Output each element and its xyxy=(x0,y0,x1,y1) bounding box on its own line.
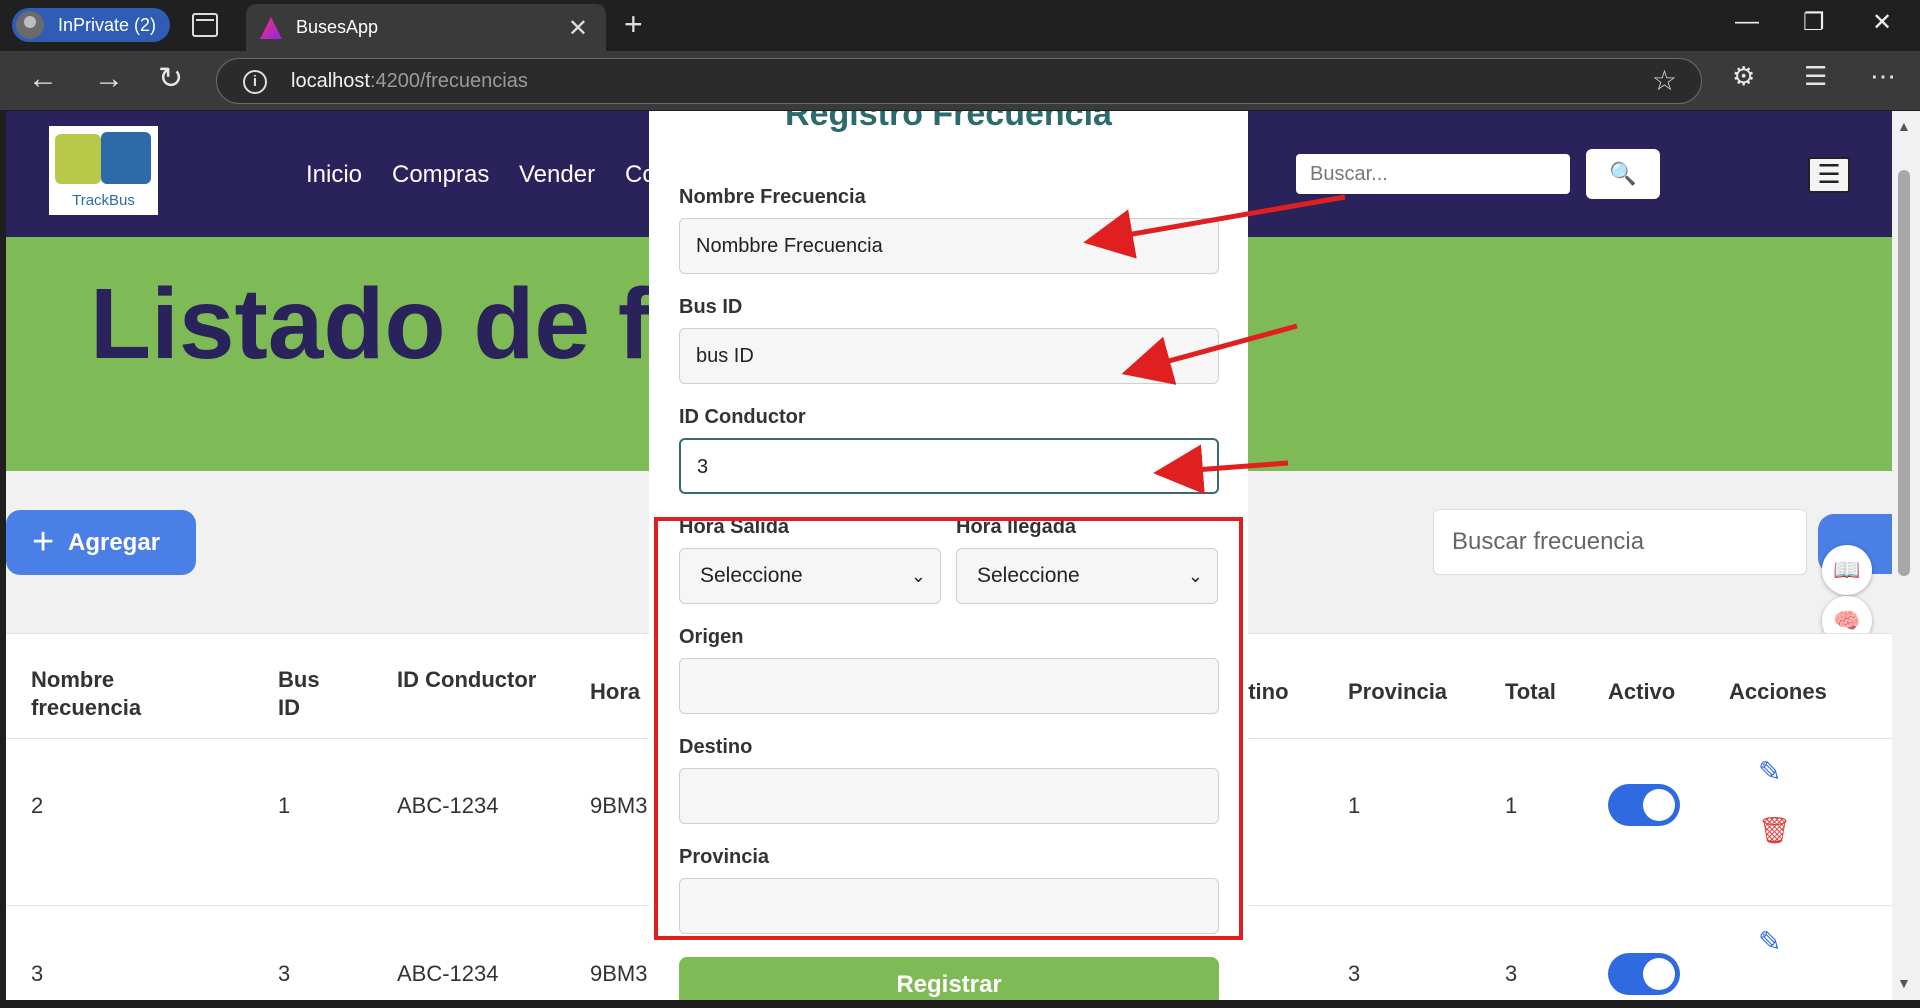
address-bar[interactable]: i localhost:4200/frecuencias ☆ xyxy=(216,58,1702,104)
reader-book-icon[interactable]: 📖 xyxy=(1822,545,1872,595)
new-tab-button[interactable]: + xyxy=(624,6,643,43)
column-header-acciones: Acciones xyxy=(1729,679,1827,704)
hamburger-menu-button[interactable]: ☰ xyxy=(1808,157,1850,193)
column-header-nombre: Nombre frecuencia xyxy=(31,667,142,720)
restore-button[interactable]: ❐ xyxy=(1803,8,1825,37)
url-text: localhost:4200/frecuencias xyxy=(291,70,528,92)
header-search-button[interactable]: 🔍 xyxy=(1586,149,1660,199)
tab-actions-icon[interactable] xyxy=(192,13,218,37)
column-header-total: Total xyxy=(1505,679,1556,704)
nombre-frecuencia-input[interactable]: Nombbre Frecuencia xyxy=(679,218,1219,274)
cell-total: 1 xyxy=(1505,793,1518,818)
nav-link-vender[interactable]: Vender xyxy=(519,161,595,189)
cell-provincia: 3 xyxy=(1348,961,1361,986)
column-header-conductor: ID Conductor xyxy=(397,667,537,692)
search-icon: 🔍 xyxy=(1609,161,1637,186)
cell-bus: 3 xyxy=(278,961,291,986)
add-button-label: Agregar xyxy=(68,529,161,556)
cell-nombre: 2 xyxy=(31,793,44,818)
profile-avatar-icon xyxy=(16,11,44,39)
id-conductor-label: ID Conductor xyxy=(679,406,806,428)
column-header-provincia: Provincia xyxy=(1348,679,1448,704)
back-arrow-icon[interactable]: ← xyxy=(28,61,58,97)
column-header-bus: Bus ID xyxy=(278,667,320,720)
cell-nombre: 3 xyxy=(31,961,44,986)
tab-close-icon[interactable]: ✕ xyxy=(568,14,588,43)
column-header-hora: Hora xyxy=(590,679,641,704)
id-conductor-input[interactable]: 3 xyxy=(679,438,1219,494)
nav-link-compras[interactable]: Compras xyxy=(392,161,489,189)
page-title: Listado de f xyxy=(90,268,652,380)
cell-hora: 9BM3 xyxy=(590,961,648,986)
annotation-highlight-box xyxy=(654,517,1243,940)
scrollbar-thumb[interactable] xyxy=(1898,170,1910,576)
tab-title: BusesApp xyxy=(296,17,379,37)
minimize-button[interactable]: — xyxy=(1735,8,1759,36)
favorite-star-icon[interactable]: ☆ xyxy=(1652,64,1677,97)
plus-icon: + xyxy=(32,521,55,563)
header-search-input[interactable]: Buscar... xyxy=(1296,154,1570,194)
angular-favicon-icon xyxy=(260,17,282,39)
bus-id-input[interactable]: bus ID xyxy=(679,328,1219,384)
refresh-icon[interactable]: ↻ xyxy=(158,61,183,97)
trash-icon[interactable]: 🗑 xyxy=(1758,815,1791,846)
registrar-button[interactable]: Registrar xyxy=(679,957,1219,1000)
cell-hora: 9BM3 xyxy=(590,793,648,818)
extensions-icon[interactable]: ⚙ xyxy=(1732,61,1755,92)
nav-link-inicio[interactable]: Inicio xyxy=(306,161,362,189)
inprivate-profile-button[interactable]: InPrivate (2) xyxy=(12,8,171,42)
browser-tab-busesapp[interactable]: BusesApp ✕ xyxy=(246,4,606,51)
cell-conductor: ABC-1234 xyxy=(397,961,499,986)
more-options-icon[interactable]: ⋯ xyxy=(1870,61,1896,92)
bus-id-label: Bus ID xyxy=(679,296,743,318)
site-info-icon[interactable]: i xyxy=(243,70,267,94)
cell-total: 3 xyxy=(1505,961,1518,986)
trackbus-logo[interactable]: TrackBus xyxy=(49,126,158,215)
inprivate-label: InPrivate (2) xyxy=(58,15,157,35)
scroll-down-icon[interactable]: ▼ xyxy=(1897,975,1911,991)
cell-bus: 1 xyxy=(278,793,291,818)
active-toggle[interactable] xyxy=(1608,953,1680,995)
frequency-search-input[interactable]: Buscar frecuencia xyxy=(1433,509,1807,575)
forward-arrow-icon[interactable]: → xyxy=(94,61,124,97)
browser-navigation-bar: ← → ↻ i localhost:4200/frecuencias ☆ ⚙ ☰… xyxy=(0,51,1920,110)
pencil-icon[interactable]: ✎ xyxy=(1758,755,1781,788)
add-frequency-button[interactable]: + Agregar xyxy=(6,510,196,575)
bus-icon xyxy=(101,132,151,184)
close-window-button[interactable]: ✕ xyxy=(1872,8,1892,37)
column-header-activo: Activo xyxy=(1608,679,1676,704)
nombre-frecuencia-label: Nombre Frecuencia xyxy=(679,186,866,208)
favorites-icon[interactable]: ☰ xyxy=(1804,61,1827,92)
cell-conductor: ABC-1234 xyxy=(397,793,499,818)
pencil-icon[interactable]: ✎ xyxy=(1758,925,1781,958)
modal-title: Registro Frecuencia xyxy=(785,111,1112,133)
logo-text: TrackBus xyxy=(72,192,135,209)
browser-tab-bar: InPrivate (2) BusesApp ✕ + — ❐ ✕ xyxy=(0,0,1920,51)
scroll-up-icon[interactable]: ▲ xyxy=(1897,118,1911,134)
bus-icon xyxy=(55,134,101,184)
cell-provincia: 1 xyxy=(1348,793,1361,818)
active-toggle[interactable] xyxy=(1608,784,1680,826)
